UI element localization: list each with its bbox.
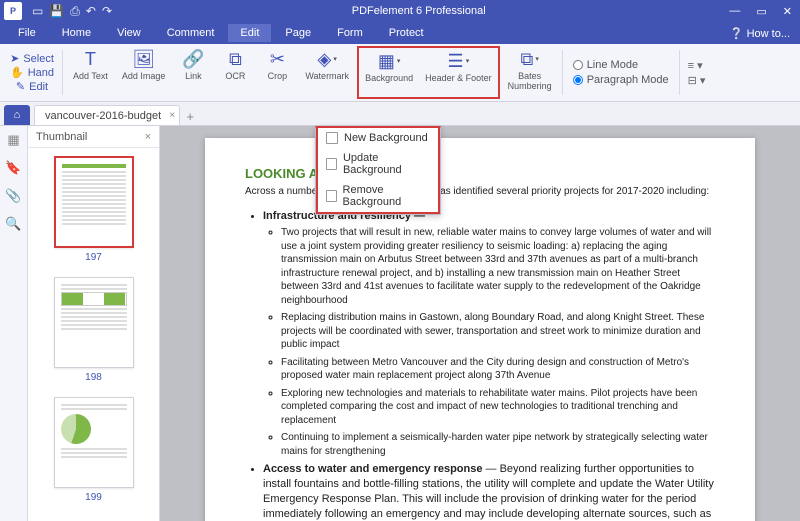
list-item: Continuing to implement a seismically-ha…: [281, 431, 715, 458]
thumbnail-page-198[interactable]: [54, 277, 134, 368]
update-background-item[interactable]: Update Background: [318, 148, 438, 180]
hand-icon: ✋: [10, 66, 24, 79]
number-list-button[interactable]: ⊟ ▾: [688, 74, 706, 87]
list-item: Facilitating between Metro Vancouver and…: [281, 356, 715, 383]
doc-icon: [326, 132, 338, 144]
thumbnail-label: 198: [85, 372, 102, 383]
maximize-button[interactable]: ▭: [752, 5, 770, 18]
attachments-icon[interactable]: 📎: [5, 188, 21, 204]
background-icon: ▦▾: [378, 50, 400, 72]
link-button[interactable]: 🔗Link: [173, 46, 213, 99]
thumbnail-header: Thumbnail×: [28, 126, 159, 148]
tab-protect[interactable]: Protect: [377, 24, 436, 42]
doc-icon: [326, 158, 337, 170]
cursor-icon: ➤: [10, 52, 19, 65]
save-icon[interactable]: 💾: [49, 4, 64, 19]
watermark-icon: ◈▾: [316, 48, 338, 70]
app-icon: P: [4, 2, 22, 20]
thumbnail-page-199[interactable]: [54, 397, 134, 488]
tab-comment[interactable]: Comment: [155, 24, 227, 42]
add-image-button[interactable]: 🖼Add Image: [116, 46, 172, 99]
close-panel-icon[interactable]: ×: [145, 131, 151, 143]
add-text-button[interactable]: TAdd Text: [67, 46, 114, 99]
image-icon: 🖼: [133, 48, 155, 70]
editing-mode-group: Line Mode Paragraph Mode: [567, 46, 675, 99]
list-item: Exploring new technologies and materials…: [281, 387, 715, 428]
thumbnail-page-197[interactable]: [54, 156, 134, 248]
document-tab[interactable]: vancouver-2016-budget×: [34, 105, 180, 125]
hand-mode-button[interactable]: ✋Hand: [10, 66, 54, 79]
tab-page[interactable]: Page: [273, 24, 323, 42]
home-tab-button[interactable]: ⌂: [4, 105, 30, 125]
tab-form[interactable]: Form: [325, 24, 375, 42]
thumbnails-icon[interactable]: ▦: [7, 132, 19, 148]
line-mode-radio[interactable]: Line Mode: [573, 59, 669, 71]
edit-mode-button[interactable]: ✎Edit: [16, 80, 48, 93]
sidebar-rail: ▦ 🔖 📎 🔍: [0, 126, 28, 521]
tab-view[interactable]: View: [105, 24, 153, 42]
tab-file[interactable]: File: [6, 24, 48, 42]
document-tabbar: ⌂ vancouver-2016-budget× +: [0, 102, 800, 126]
close-tab-icon[interactable]: ×: [169, 110, 175, 121]
quick-access-toolbar: ▭ 💾 ⎙ ↶ ↷: [32, 4, 112, 19]
header-footer-button[interactable]: ☰▾Header & Footer: [419, 48, 498, 97]
bookmarks-icon[interactable]: 🔖: [5, 160, 21, 176]
pdf-page: LOOKING AHEAD, 2017-2020 Across a number…: [205, 138, 755, 521]
menubar: File Home View Comment Edit Page Form Pr…: [0, 22, 800, 44]
crop-button[interactable]: ✂Crop: [257, 46, 297, 99]
tab-home[interactable]: Home: [50, 24, 103, 42]
print-icon[interactable]: ⎙: [70, 4, 80, 19]
new-background-item[interactable]: New Background: [318, 128, 438, 148]
document-viewport[interactable]: LOOKING AHEAD, 2017-2020 Across a number…: [160, 126, 800, 521]
paragraph-mode-radio[interactable]: Paragraph Mode: [573, 74, 669, 86]
help-link[interactable]: ❔ How to...: [720, 24, 800, 43]
background-button[interactable]: ▦▾Background: [359, 48, 419, 97]
link-icon: 🔗: [182, 48, 204, 70]
pencil-icon: ✎: [16, 80, 25, 93]
thumbnail-label: 197: [85, 252, 102, 263]
ocr-icon: ⧉: [224, 48, 246, 70]
headerfooter-icon: ☰▾: [447, 50, 469, 72]
list-item: Two projects that will result in new, re…: [281, 226, 715, 307]
background-group-highlighted: ▦▾Background ☰▾Header & Footer: [357, 46, 500, 99]
new-tab-button[interactable]: +: [180, 107, 200, 125]
list-options: ≡ ▾ ⊟ ▾: [684, 46, 710, 99]
bates-button[interactable]: ⧉▾Bates Numbering: [502, 46, 558, 99]
background-dropdown: New Background Update Background Remove …: [315, 126, 441, 215]
text-icon: T: [79, 48, 101, 70]
close-button[interactable]: ✕: [779, 5, 796, 18]
tab-edit[interactable]: Edit: [228, 24, 271, 42]
list-item: Access to water and emergency response —…: [263, 462, 715, 521]
thumbnail-label: 199: [85, 492, 102, 503]
remove-background-item[interactable]: Remove Background: [318, 180, 438, 212]
watermark-button[interactable]: ◈▾Watermark: [299, 46, 355, 99]
redo-icon[interactable]: ↷: [102, 4, 112, 19]
thumbnail-panel: Thumbnail× 197 198 199: [28, 126, 160, 521]
list-item: Replacing distribution mains in Gastown,…: [281, 311, 715, 352]
list-item: Infrastructure and resiliency — Two proj…: [263, 209, 715, 459]
window-title: PDFelement 6 Professional: [112, 5, 725, 17]
bates-icon: ⧉▾: [519, 48, 541, 70]
titlebar: P ▭ 💾 ⎙ ↶ ↷ PDFelement 6 Professional — …: [0, 0, 800, 22]
search-icon[interactable]: 🔍: [5, 216, 21, 232]
bullet-list-button[interactable]: ≡ ▾: [688, 59, 706, 72]
undo-icon[interactable]: ↶: [86, 4, 96, 19]
selection-mode-group: ➤Select ✋Hand ✎Edit: [6, 46, 58, 99]
open-icon[interactable]: ▭: [32, 4, 43, 19]
minimize-button[interactable]: —: [725, 5, 744, 18]
crop-icon: ✂: [266, 48, 288, 70]
doc-icon: [326, 190, 337, 202]
select-mode-button[interactable]: ➤Select: [10, 52, 54, 65]
home-icon: ⌂: [14, 109, 21, 121]
ribbon: ➤Select ✋Hand ✎Edit TAdd Text 🖼Add Image…: [0, 44, 800, 102]
ocr-button[interactable]: ⧉OCR: [215, 46, 255, 99]
